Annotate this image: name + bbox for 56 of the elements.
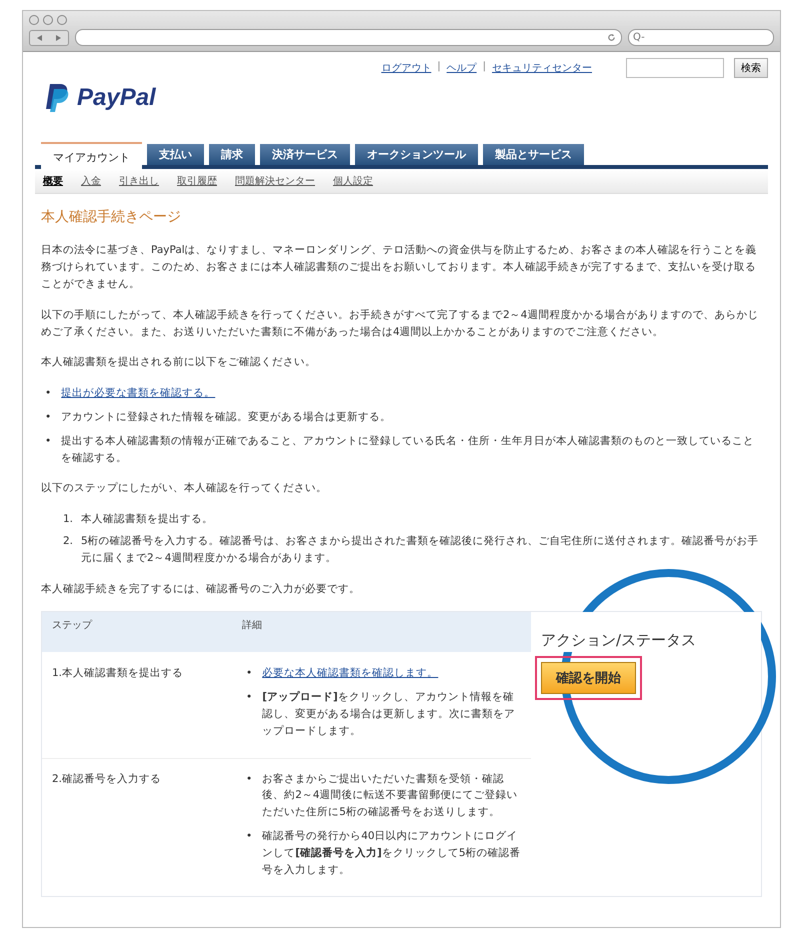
column-header: 詳細	[232, 612, 531, 652]
subnav-link[interactable]: 概要	[43, 174, 63, 188]
nav-tab[interactable]: 製品とサービス	[483, 144, 584, 165]
table-cell: 1.本人確認書類を提出する	[52, 667, 184, 680]
separator: |	[482, 61, 486, 74]
logo-icon	[45, 84, 69, 112]
checklist-text: 提出する本人確認書類の情報が正確であること、アカウントに登録している氏名・住所・生年月日が本人確認書類のものと一致していることを確認する。	[61, 434, 756, 466]
search-button[interactable]: 検索	[734, 58, 768, 78]
subnav-link[interactable]: 引き出し	[119, 174, 159, 188]
nav-tab[interactable]: 決済サービス	[260, 144, 350, 165]
step-text: 本人確認書類を提出する。	[81, 512, 214, 528]
bullet: •	[246, 690, 252, 706]
detail-text: 確認番号の発行から40日以内にアカウントにログインして[確認番号を入力]をクリックして5桁の確認番号を入力します。	[262, 828, 521, 878]
bullet: •	[246, 772, 252, 787]
paragraph: 本人確認手続きを完了するには、確認番号のご入力が必要です。	[41, 582, 361, 597]
step-number: 1.	[63, 512, 74, 528]
back-arrow-icon[interactable]	[37, 34, 42, 40]
address-field[interactable]	[75, 29, 622, 46]
header-link[interactable]: ログアウト	[381, 61, 432, 75]
step-text: 5桁の確認番号を入力する。確認番号は、お客さまから提出された書類を確認後に発行され、ご自宅住所に送付されます。確認番号がお手元に届くまで2～4週間程度かかる場合があります。	[81, 534, 760, 566]
paragraph: 日本の法令に基づき、PayPalは、なりすまし、マネーロンダリング、テロ活動への資金供与を防止するため、お客さまの本人確認を行うことを義務づけられています。このため、お客さまには本人確認書類のご提出をお願いしております。本人確認手続きが完了するまで、支払いを受け取ることができません。	[41, 243, 758, 292]
bullet: •	[246, 666, 252, 682]
detail-text: お客さまからご提出いただいた書類を受領・確認後、約2～4週間後に転送不要書留郵便にてご登録いただいた住所に5桁の確認番号をお送りします。	[262, 772, 519, 820]
subnav-link[interactable]: 取引履歴	[177, 174, 217, 188]
nav-tab[interactable]: 支払い	[147, 144, 204, 165]
subnav-link[interactable]: 入金	[81, 174, 101, 188]
separator: |	[437, 61, 441, 74]
table-cell: 2.確認番号を入力する	[52, 772, 162, 785]
header-link[interactable]: セキュリティセンター	[492, 61, 592, 75]
checklist-text: アカウントに登録された情報を確認。変更がある場合は更新する。	[61, 410, 392, 425]
back-forward-button[interactable]	[29, 30, 69, 46]
nav-tab[interactable]: オークションツール	[355, 144, 478, 165]
nav-tab[interactable]: 請求	[209, 144, 255, 165]
nav-tab[interactable]: マイアカウント	[41, 142, 142, 169]
logo-text: PayPal	[77, 84, 156, 112]
detail-text: [アップロード]をクリックし、アカウント情報を確認し、変更がある場合は更新します。次に書類をアップロードします。	[262, 690, 516, 739]
bullet: •	[45, 434, 52, 449]
search-field[interactable]	[626, 58, 724, 78]
bullet: •	[45, 410, 52, 425]
page-heading: 本人確認手続きページ	[41, 208, 182, 227]
browser-search-placeholder: Q-	[633, 32, 645, 43]
paragraph: 以下の手順にしたがって、本人確認手続きを行ってください。お手続きがすべて完了するまで2～4週間程度かかる場合がありますので、あらかじめご了承ください。また、お送りいただいた書類に不備があった場合は4週間以上かかることがありますのでご注意ください。	[41, 308, 760, 340]
subnav-link[interactable]: 問題解決センター	[235, 174, 315, 188]
subnav-link[interactable]: 個人設定	[333, 174, 373, 188]
bullet: •	[45, 386, 52, 402]
header-link[interactable]: ヘルプ	[446, 61, 477, 75]
detail-link[interactable]: 必要な本人確認書類を確認します。	[262, 665, 438, 682]
reload-icon[interactable]	[607, 33, 616, 42]
bullet: •	[246, 828, 252, 844]
paragraph: 以下のステップにしたがい、本人確認を行ってください。	[41, 481, 328, 496]
checklist-link[interactable]: 提出が必要な書類を確認する。	[61, 385, 216, 402]
step-number: 2.	[63, 534, 74, 549]
forward-arrow-icon[interactable]	[56, 34, 61, 40]
column-header: ステップ	[42, 612, 232, 652]
browser-search-field[interactable]: Q-	[628, 29, 774, 46]
paragraph: 本人確認書類を提出される前に以下をご確認ください。	[41, 355, 317, 370]
